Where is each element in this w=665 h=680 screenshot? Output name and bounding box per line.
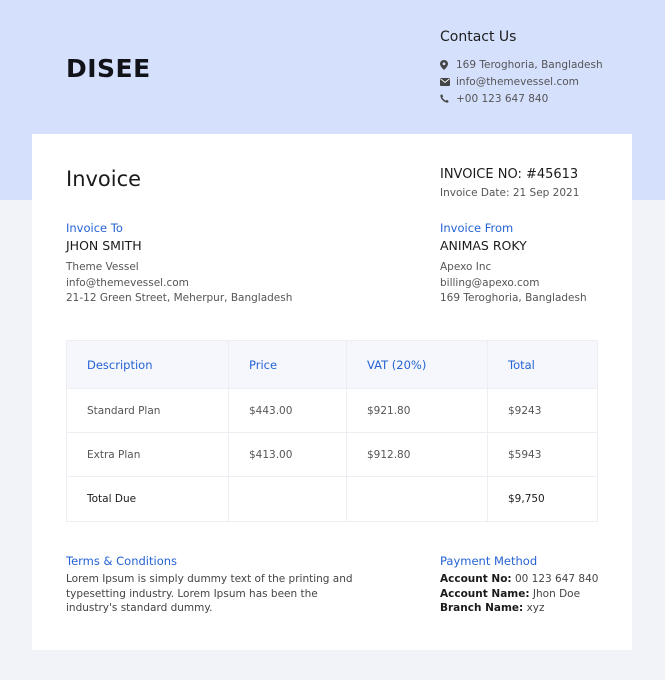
invoice-from-label: Invoice From <box>440 221 514 235</box>
contact-phone: +00 123 647 840 <box>440 90 603 107</box>
table-row: Extra Plan $413.00 $912.80 $5943 <box>67 433 597 477</box>
contact-address: 169 Teroghoria, Bangladesh <box>440 56 603 73</box>
invoice-to-address: 21-12 Green Street, Meherpur, Bangladesh <box>66 292 293 304</box>
column-header: Description <box>67 341 229 388</box>
table-header-row: Description Price VAT (20%) Total <box>67 341 597 389</box>
invoice-number: INVOICE NO: #45613 <box>440 167 579 182</box>
account-name: Account Name: Jhon Doe <box>440 587 598 602</box>
table-cell: $9243 <box>508 404 542 417</box>
invoice-from-company: Apexo Inc <box>440 261 492 273</box>
account-name-value: Jhon Doe <box>532 587 581 600</box>
table-cell <box>229 477 347 521</box>
terms-text: Lorem Ipsum is simply dummy text of the … <box>66 573 353 614</box>
table-cell: $912.80 <box>347 433 488 476</box>
invoice-from-name: ANIMAS ROKY <box>440 238 527 253</box>
invoice-from-address: 169 Teroghoria, Bangladesh <box>440 292 587 304</box>
invoice-card: Invoice INVOICE NO: #45613 Invoice Date:… <box>32 134 632 650</box>
table-cell: $413.00 <box>229 433 347 476</box>
branch-name-key: Branch Name: <box>440 602 524 614</box>
account-number-key: Account No: <box>440 573 512 585</box>
payment-label: Payment Method <box>440 554 538 568</box>
account-number-value: 00 123 647 840 <box>514 573 599 585</box>
account-name-key: Account Name: <box>440 587 530 600</box>
contact-phone-text: +00 123 647 840 <box>456 92 549 105</box>
invoice-to-name: JHON SMITH <box>66 238 142 253</box>
invoice-title: Invoice <box>66 167 142 191</box>
envelope-icon <box>440 77 456 86</box>
invoice-to-company: Theme Vessel <box>66 261 139 273</box>
table-cell: Extra Plan <box>67 433 229 476</box>
account-number: Account No: 00 123 647 840 <box>440 572 598 587</box>
brand-logo: DISEE <box>66 54 151 83</box>
payment-section: Payment Method Account No: 00 123 647 84… <box>440 554 598 616</box>
total-due-label: Total Due <box>67 477 229 521</box>
table-cell: $5943 <box>508 448 542 461</box>
terms-section: Terms & Conditions Lorem Ipsum is simply… <box>66 554 366 616</box>
total-due-value: $9,750 <box>508 493 545 505</box>
column-header: VAT (20%) <box>347 341 488 388</box>
invoice-to: Invoice To JHON SMITH Theme Vessel info@… <box>66 221 292 307</box>
invoice-table: Description Price VAT (20%) Total Standa… <box>66 340 598 522</box>
invoice-from-email[interactable]: billing@apexo.com <box>440 276 587 292</box>
contact-email-text[interactable]: info@themevessel.com <box>456 76 579 88</box>
terms-label: Terms & Conditions <box>66 554 178 568</box>
contact-title: Contact Us <box>440 29 517 45</box>
map-pin-icon <box>440 59 456 70</box>
branch-name-value: xyz <box>526 602 545 614</box>
column-header: Price <box>229 341 347 388</box>
table-cell <box>347 477 488 521</box>
invoice-to-email[interactable]: info@themevessel.com <box>66 276 292 292</box>
contact-block: Contact Us 169 Teroghoria, Bangladesh in… <box>440 29 603 107</box>
contact-address-text: 169 Teroghoria, Bangladesh <box>456 58 603 71</box>
invoice-from: Invoice From ANIMAS ROKY Apexo Inc billi… <box>440 221 587 307</box>
table-total-row: Total Due $9,750 <box>67 477 597 521</box>
contact-email: info@themevessel.com <box>440 73 603 90</box>
table-row: Standard Plan $443.00 $921.80 $9243 <box>67 389 597 433</box>
table-cell: $443.00 <box>229 389 347 432</box>
table-cell: $921.80 <box>347 389 488 432</box>
branch-name: Branch Name: xyz <box>440 601 598 616</box>
table-cell: Standard Plan <box>67 389 229 432</box>
invoice-to-label: Invoice To <box>66 221 123 235</box>
column-header: Total <box>508 357 535 372</box>
invoice-date: Invoice Date: 21 Sep 2021 <box>440 187 580 199</box>
phone-icon <box>440 94 456 103</box>
